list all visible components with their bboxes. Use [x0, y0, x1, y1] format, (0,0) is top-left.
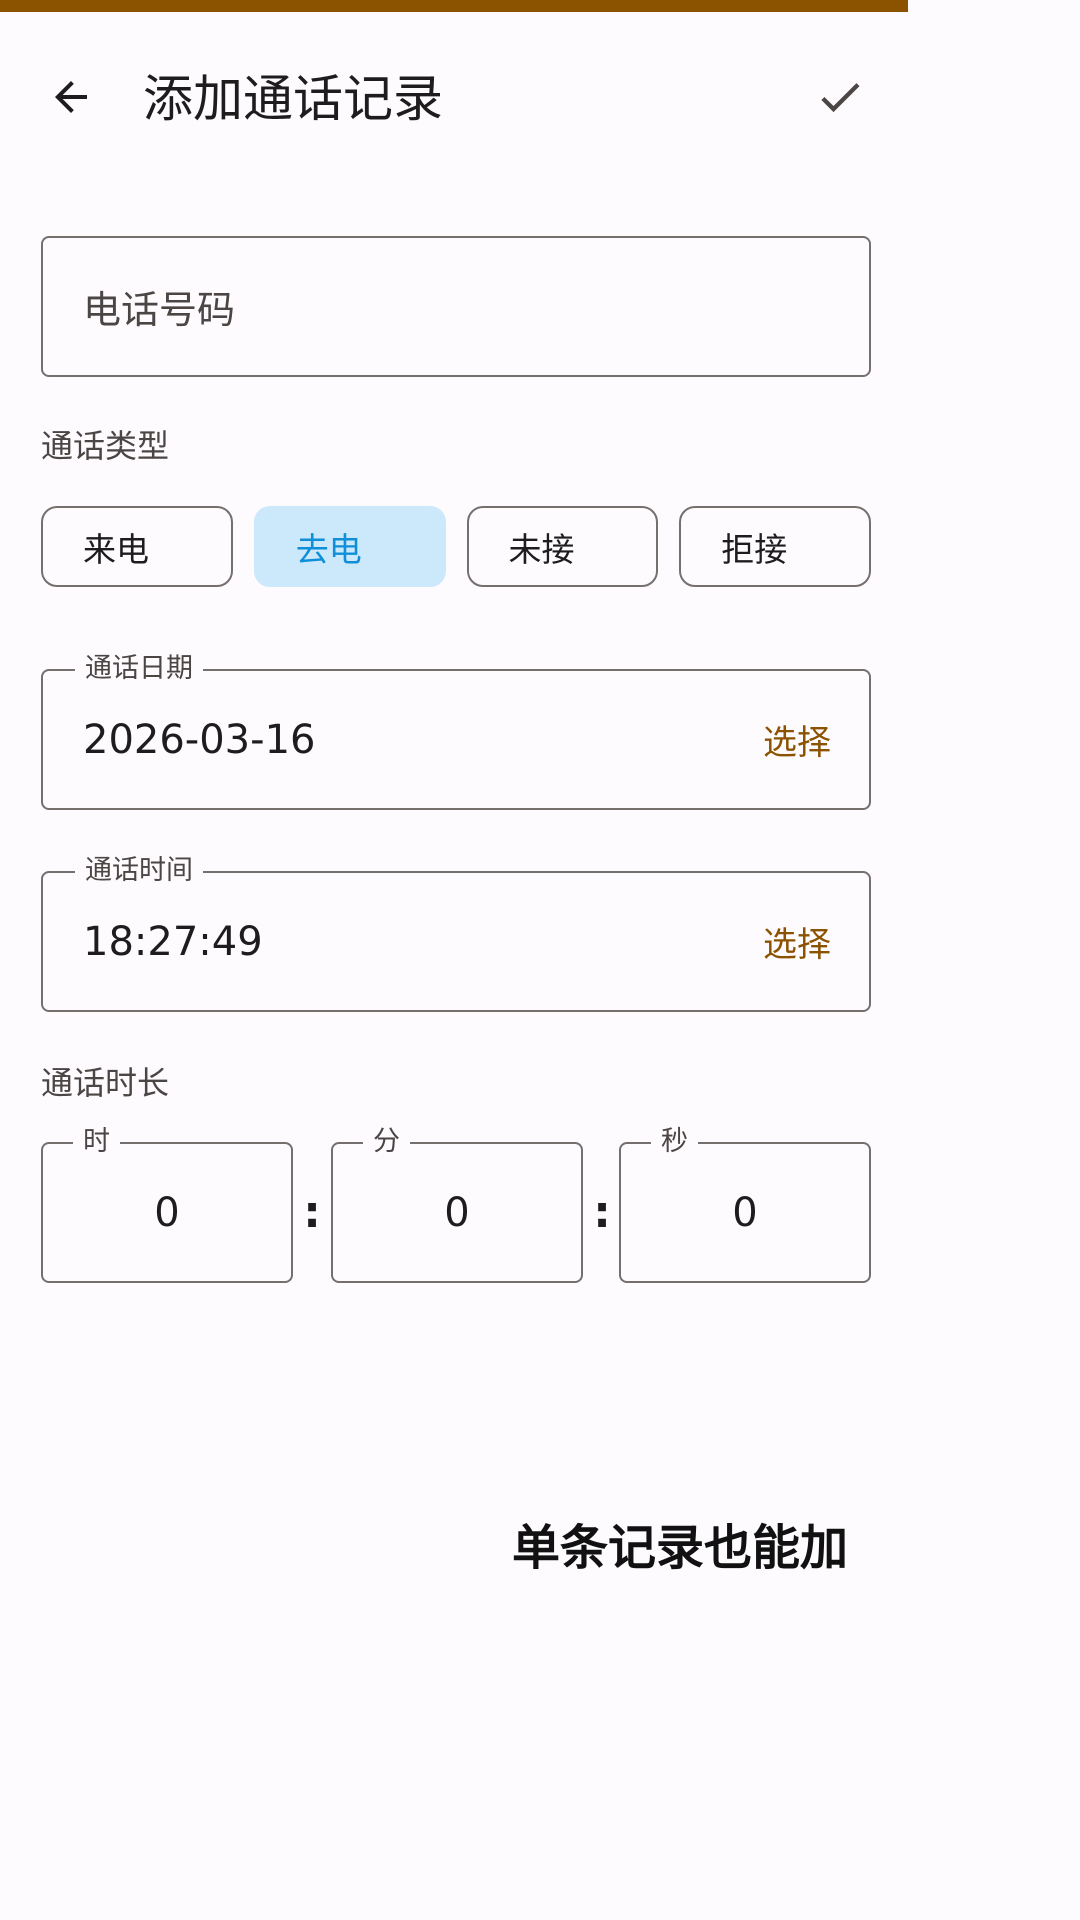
select-date-button[interactable]: 选择 — [763, 671, 831, 808]
check-icon — [821, 83, 860, 113]
call-time-field[interactable]: 通话时间 18:27:49 选择 — [41, 855, 871, 1012]
call-duration-label: 通话时长 — [41, 1064, 170, 1102]
chip-missed[interactable]: 未接 — [466, 506, 659, 587]
back-button[interactable] — [36, 62, 106, 132]
minutes-field[interactable]: 分 0 — [331, 1126, 583, 1283]
hours-value[interactable]: 0 — [43, 1144, 291, 1281]
call-type-label: 通话类型 — [41, 427, 170, 465]
confirm-button[interactable] — [800, 62, 880, 132]
duration-row: 时 0 : 分 0 : 秒 0 — [41, 1126, 871, 1283]
chip-rejected[interactable]: 拒接 — [679, 506, 871, 587]
call-type-chips: 来电 去电 未接 拒接 — [41, 506, 871, 587]
duration-separator: : — [593, 1187, 611, 1238]
call-date-value: 2026-03-16 — [83, 716, 316, 763]
page-title: 添加通话记录 — [143, 70, 443, 128]
hours-field[interactable]: 时 0 — [41, 1126, 293, 1283]
app-bar: 添加通话记录 — [0, 12, 908, 172]
chip-incoming[interactable]: 来电 — [41, 506, 233, 587]
duration-separator: : — [303, 1187, 321, 1238]
caption-text: 单条记录也能加 — [511, 1520, 848, 1576]
seconds-field[interactable]: 秒 0 — [619, 1126, 871, 1283]
phone-number-field[interactable]: 电话号码 — [41, 236, 871, 377]
minutes-value[interactable]: 0 — [333, 1144, 581, 1281]
call-time-value: 18:27:49 — [83, 918, 263, 965]
phone-number-input[interactable]: 电话号码 — [83, 238, 839, 375]
seconds-value[interactable]: 0 — [621, 1144, 869, 1281]
select-time-button[interactable]: 选择 — [763, 873, 831, 1010]
chip-outgoing[interactable]: 去电 — [253, 506, 446, 587]
call-date-field[interactable]: 通话日期 2026-03-16 选择 — [41, 653, 871, 810]
arrow-back-icon — [55, 81, 87, 113]
top-accent-strip — [0, 0, 908, 12]
